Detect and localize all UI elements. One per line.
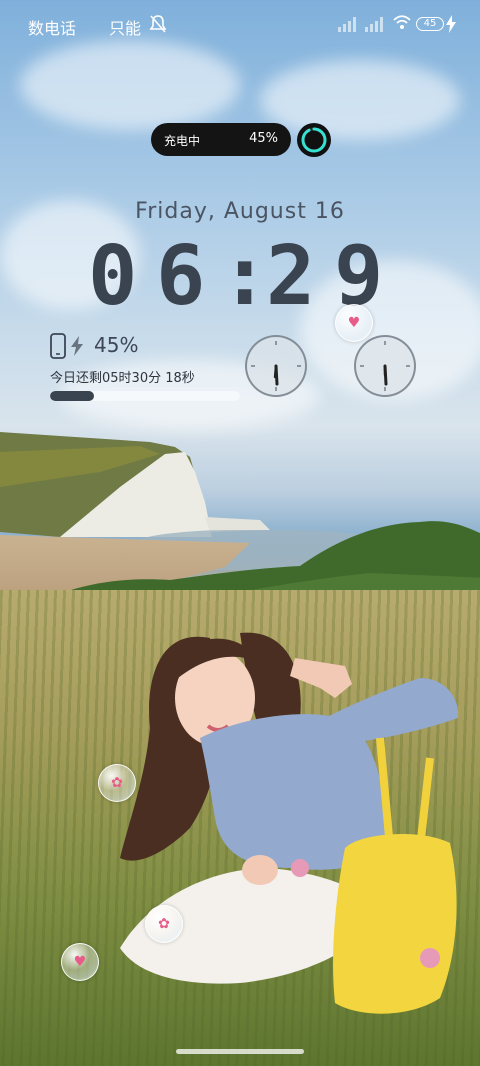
charging-bolt-icon xyxy=(71,336,83,356)
time-remaining: 今日还剩05时30分 18秒 xyxy=(50,371,195,386)
home-indicator[interactable] xyxy=(176,1049,304,1054)
heart-bubble: ♥ xyxy=(61,943,99,981)
bolt-icon xyxy=(446,15,456,33)
flower-bubble-icon: ✿ xyxy=(111,775,123,791)
lock-screen: 数电话 只能 45 充电中 45% Friday, August 16 0 6 … xyxy=(0,0,480,1066)
bell-muted-icon xyxy=(149,15,167,33)
flower-bubble: ✿ xyxy=(145,905,183,943)
flower-bubble-icon: ✿ xyxy=(158,916,170,932)
battery-progress-fill xyxy=(50,391,94,401)
heart-bubble: ♥ xyxy=(335,304,373,342)
battery-icon: 45 xyxy=(416,17,444,31)
status-bar: 数电话 只能 45 xyxy=(0,0,480,50)
cloud xyxy=(20,40,240,130)
charging-label: 充电中 xyxy=(164,134,201,148)
cloud xyxy=(260,60,460,140)
wifi-icon xyxy=(393,15,411,29)
clock-icon xyxy=(251,341,301,391)
flower-bubble: ✿ xyxy=(98,764,136,802)
clock-icon xyxy=(360,341,410,391)
time-digit: 6 xyxy=(156,229,206,324)
charge-ring-icon xyxy=(301,127,327,153)
battery-progress-bar xyxy=(50,391,240,401)
carrier-label-2: 只能 xyxy=(109,19,142,38)
time-digit: 2 xyxy=(266,229,316,324)
phone-icon xyxy=(50,333,66,359)
battery-percent: 45% xyxy=(94,333,139,357)
girl-photo xyxy=(120,632,459,1014)
time-digit: 0 xyxy=(88,229,138,324)
analog-clock xyxy=(245,335,307,397)
charging-indicator: 充电中 45% xyxy=(151,123,291,156)
charging-percent: 45% xyxy=(249,131,278,146)
charging-ring xyxy=(297,123,331,157)
heart-bubble-icon: ♥ xyxy=(73,954,87,970)
signal-icon-2 xyxy=(365,17,383,32)
signal-icon xyxy=(338,17,356,32)
time-colon: : xyxy=(220,229,270,324)
heart-bubble-icon: ♥ xyxy=(347,315,361,331)
analog-clock-2 xyxy=(354,335,416,397)
carrier-label: 数电话 xyxy=(28,19,77,38)
date-label: Friday, August 16 xyxy=(135,199,345,224)
